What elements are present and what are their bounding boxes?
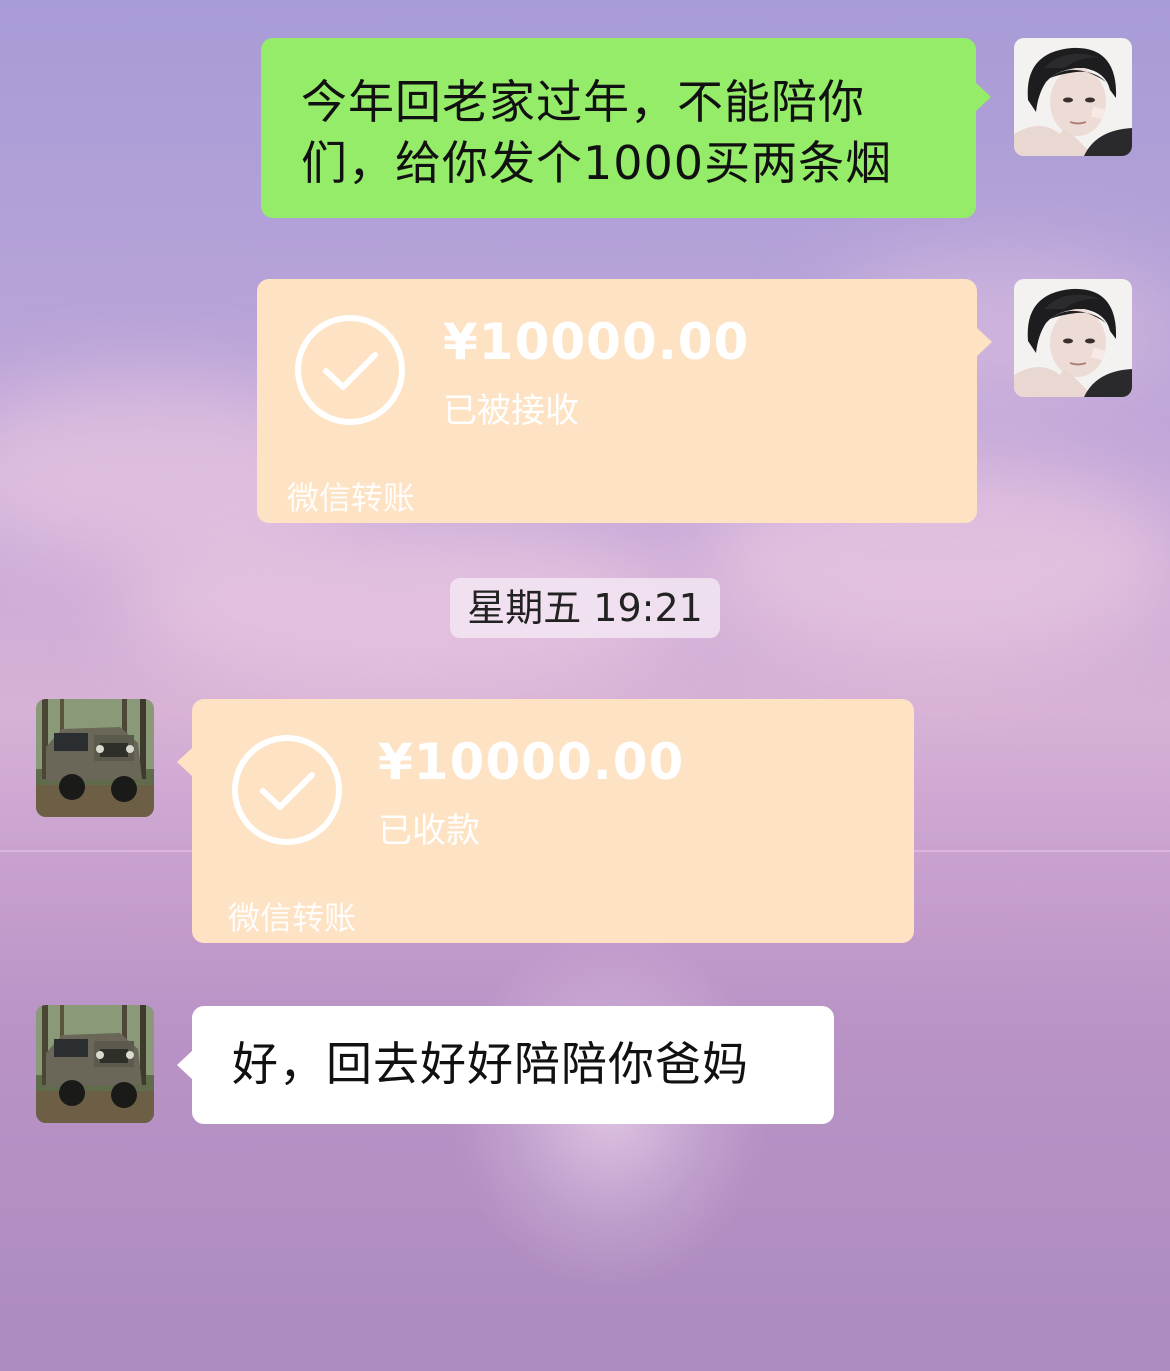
anime-boy-avatar[interactable] (1014, 38, 1132, 156)
transfer-status: 已收款 (378, 811, 480, 851)
message-text-line: 们，给你发个1000买两条烟 (301, 136, 893, 190)
transfer-footer-label: 微信转账 (287, 479, 416, 517)
bubble-tail (177, 1050, 193, 1080)
transfer-footer-label: 微信转账 (228, 899, 357, 937)
transfer-status: 已被接收 (443, 391, 579, 431)
transfer-card-sent[interactable]: ¥10000.00 已被接收 微信转账 (257, 279, 992, 523)
jeep-avatar[interactable] (36, 1005, 154, 1123)
check-circle-icon (232, 735, 342, 845)
bubble-tail (177, 747, 193, 777)
chat-screen: 今年回老家过年，不能陪你 们，给你发个1000买两条烟 ¥10000.00 已被… (0, 0, 1170, 1371)
anime-boy-avatar[interactable] (1014, 279, 1132, 397)
jeep-avatar[interactable] (36, 699, 154, 817)
transfer-amount: ¥10000.00 (378, 733, 685, 791)
message-text-line: 今年回老家过年，不能陪你 (301, 75, 865, 129)
their-message-bubble[interactable]: 好，回去好好陪陪你爸妈 (177, 1006, 834, 1124)
bubble-tail (975, 82, 991, 112)
check-circle-icon (295, 315, 405, 425)
transfer-amount: ¥10000.00 (443, 313, 750, 371)
transfer-card-received[interactable]: ¥10000.00 已收款 微信转账 (177, 699, 914, 943)
message-text: 好，回去好好陪陪你爸妈 (232, 1037, 749, 1091)
bubble-tail (976, 327, 992, 357)
message-timestamp: 星期五 19:21 (450, 578, 720, 638)
my-message-bubble[interactable]: 今年回老家过年，不能陪你 们，给你发个1000买两条烟 (261, 38, 991, 218)
